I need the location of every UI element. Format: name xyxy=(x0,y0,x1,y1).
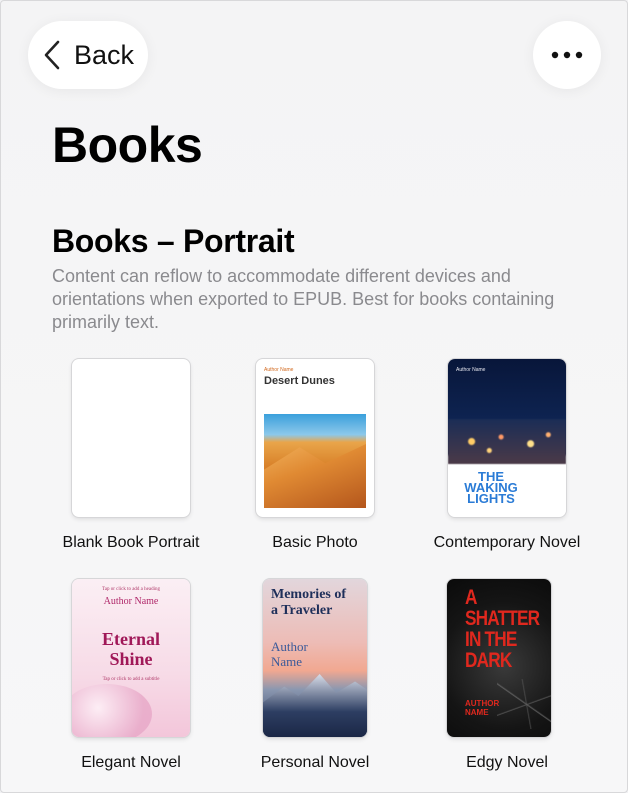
cover-mountain-graphic xyxy=(263,674,367,737)
cover-author: Author Name xyxy=(264,367,294,373)
more-options-button[interactable] xyxy=(533,21,601,89)
app-window: Back Books Books – Portrait Content can … xyxy=(0,0,628,793)
cover-author: AUTHOR NAME xyxy=(465,699,500,717)
cover-author: Author Name xyxy=(456,367,486,373)
chevron-left-icon xyxy=(44,40,60,70)
template-thumbnail[interactable]: Author Name Desert Dunes xyxy=(256,359,374,517)
cover-title: Eternal Shine xyxy=(102,629,160,669)
section-title: Books – Portrait xyxy=(52,223,295,259)
cover-title: Desert Dunes xyxy=(264,375,335,387)
template-thumbnail[interactable]: Memories of a Traveler Author Name xyxy=(263,579,367,737)
template-thumbnail[interactable] xyxy=(72,359,190,517)
template-thumbnail[interactable]: A SHATTER IN THE DARK AUTHOR NAME xyxy=(447,579,551,737)
cover-author: Author Name xyxy=(271,639,308,669)
template-label: Personal Novel xyxy=(260,754,370,771)
page-title: Books xyxy=(52,117,203,173)
template-thumbnail[interactable]: Tap or click to add a heading Author Nam… xyxy=(72,579,190,737)
cover-title: THE WAKING LIGHTS xyxy=(464,469,518,506)
cover-heading-hint: Tap or click to add a heading xyxy=(102,587,160,592)
ellipsis-icon xyxy=(551,51,583,59)
cover-subtitle-hint: Tap or click to add a subtitle xyxy=(102,677,160,682)
template-label: Contemporary Novel xyxy=(433,534,581,551)
template-label: Basic Photo xyxy=(272,534,358,551)
cover-crack-graphic xyxy=(497,679,551,729)
cover-title: A SHATTER IN THE DARK xyxy=(465,586,540,672)
back-button[interactable]: Back xyxy=(28,21,148,89)
template-thumbnail[interactable]: Author Name THE WAKING LIGHTS xyxy=(448,359,566,517)
section-description: Content can reflow to accommodate differ… xyxy=(52,266,555,332)
cover-photo xyxy=(448,419,566,464)
cover-flower-graphic xyxy=(72,684,152,737)
cover-title: Memories of a Traveler xyxy=(271,587,347,618)
template-label: Edgy Novel xyxy=(466,754,548,771)
cover-photo xyxy=(264,414,366,508)
back-label: Back xyxy=(74,39,135,70)
cover-author: Author Name xyxy=(103,596,159,607)
